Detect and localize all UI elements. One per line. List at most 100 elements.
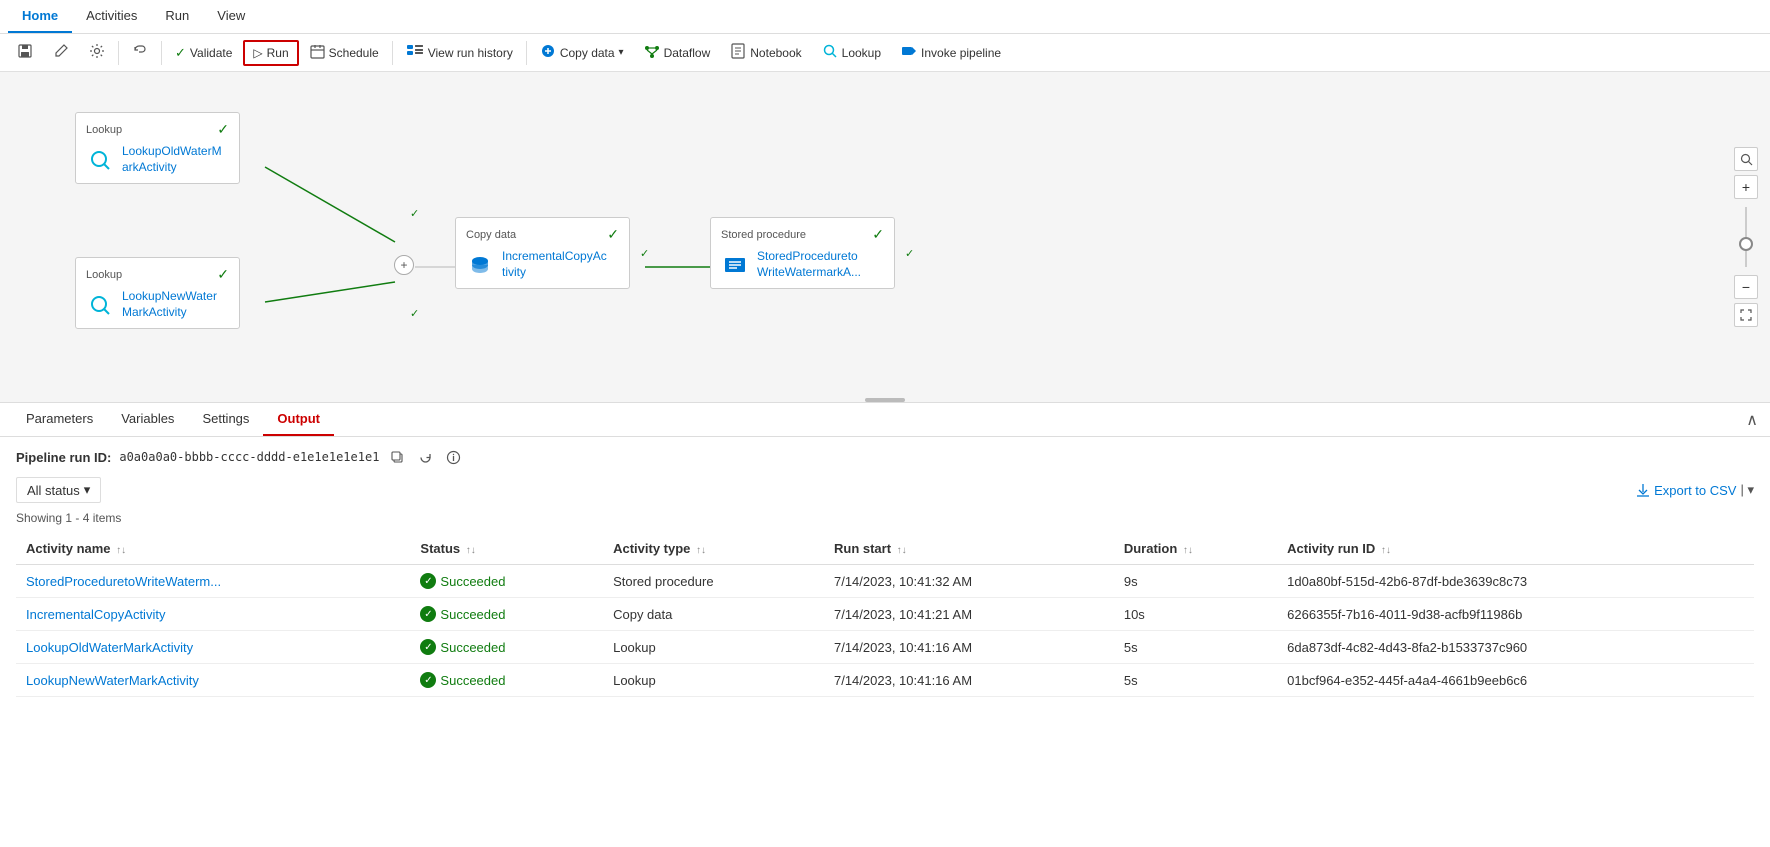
status-badge: ✓ Succeeded: [420, 639, 593, 655]
activity-name-link[interactable]: IncrementalCopyActivity: [26, 607, 165, 622]
sort-icon-activity[interactable]: ↑↓: [116, 545, 126, 556]
pipeline-canvas-area[interactable]: ✓ ✓ ✓ ✓ Lookup ✓ LookupOldWaterMarkActiv…: [0, 72, 1770, 402]
zoom-slider[interactable]: [1745, 207, 1747, 267]
schedule-button[interactable]: Schedule: [301, 39, 388, 67]
status-badge: ✓ Succeeded: [420, 606, 593, 622]
sort-icon-duration[interactable]: ↑↓: [1183, 545, 1193, 556]
validate-label: Validate: [190, 46, 232, 60]
cell-run-start: 7/14/2023, 10:41:16 AM: [824, 631, 1114, 664]
divider-4: [526, 41, 527, 65]
pipeline-run-id-label: Pipeline run ID:: [16, 450, 111, 465]
table-row: StoredProceduretoWriteWaterm... ✓ Succee…: [16, 565, 1754, 598]
validate-button[interactable]: ✓ Validate: [166, 40, 241, 66]
col-activity-name: Activity name ↑↓: [16, 533, 410, 565]
sort-icon-type[interactable]: ↑↓: [696, 545, 706, 556]
notebook-label: Notebook: [750, 46, 801, 60]
invoke-pipeline-button[interactable]: Invoke pipeline: [892, 38, 1010, 67]
cell-run-start: 7/14/2023, 10:41:32 AM: [824, 565, 1114, 598]
refresh-icon[interactable]: [415, 447, 435, 467]
zoom-in-button[interactable]: +: [1734, 175, 1758, 199]
view-run-history-button[interactable]: View run history: [397, 39, 522, 67]
storedproc-node[interactable]: Stored procedure ✓ StoredProceduretoWrit…: [710, 217, 895, 289]
lookup1-header: Lookup ✓: [86, 121, 229, 138]
succeeded-icon: ✓: [420, 573, 436, 589]
settings-button[interactable]: [80, 38, 114, 67]
lookup-icon: [822, 43, 838, 62]
fullscreen-button[interactable]: [1734, 303, 1758, 327]
run-button[interactable]: ▷ Run: [243, 40, 298, 66]
nav-tab-home[interactable]: Home: [8, 0, 72, 33]
copy-data-button[interactable]: Copy data ▾: [531, 38, 633, 67]
cell-duration: 10s: [1114, 598, 1277, 631]
undo-button[interactable]: [123, 38, 157, 67]
cell-duration: 5s: [1114, 664, 1277, 697]
activity-name-link[interactable]: LookupOldWaterMarkActivity: [26, 640, 193, 655]
svg-text:✓: ✓: [640, 248, 649, 260]
status-text: Succeeded: [440, 574, 505, 589]
panel-tab-variables[interactable]: Variables: [107, 403, 188, 436]
export-to-csv-button[interactable]: Export to CSV | ▾: [1636, 482, 1754, 498]
copydata-node[interactable]: Copy data ✓ IncrementalCopyActivity: [455, 217, 630, 289]
panel-divider[interactable]: [865, 398, 905, 402]
table-row: LookupNewWaterMarkActivity ✓ Succeeded L…: [16, 664, 1754, 697]
divider-3: [392, 41, 393, 65]
succeeded-icon: ✓: [420, 639, 436, 655]
copy-id-icon[interactable]: [387, 447, 407, 467]
dataflow-icon: [644, 43, 660, 62]
showing-count: Showing 1 - 4 items: [16, 511, 1754, 525]
storedproc-header: Stored procedure ✓: [721, 226, 884, 243]
status-filter-dropdown[interactable]: All status ▾: [16, 477, 101, 503]
panel-tab-settings[interactable]: Settings: [188, 403, 263, 436]
sort-icon-run-start[interactable]: ↑↓: [897, 545, 907, 556]
cell-activity-name: LookupNewWaterMarkActivity: [16, 664, 410, 697]
panel-tab-output[interactable]: Output: [263, 403, 334, 436]
table-header: Activity name ↑↓ Status ↑↓ Activity type…: [16, 533, 1754, 565]
bottom-panel: Parameters Variables Settings Output ∧ P…: [0, 402, 1770, 707]
edit-button[interactable]: [44, 38, 78, 67]
table-body: StoredProceduretoWriteWaterm... ✓ Succee…: [16, 565, 1754, 697]
filter-row: All status ▾ Export to CSV | ▾: [16, 477, 1754, 503]
plus-connector[interactable]: +: [394, 255, 414, 275]
zoom-out-button[interactable]: −: [1734, 275, 1758, 299]
lookup2-label: LookupNewWaterMarkActivity: [122, 289, 217, 320]
invoke-pipeline-label: Invoke pipeline: [921, 46, 1001, 60]
storedproc-body: StoredProceduretoWriteWatermarkA...: [721, 249, 884, 280]
divider-2: [161, 41, 162, 65]
save-icon: [17, 43, 33, 62]
dataflow-button[interactable]: Dataflow: [635, 38, 720, 67]
notebook-button[interactable]: Notebook: [721, 38, 810, 67]
lookup1-type: Lookup: [86, 124, 122, 136]
gear-icon: [89, 43, 105, 62]
copy-data-icon: [540, 43, 556, 62]
activity-name-link[interactable]: StoredProceduretoWriteWaterm...: [26, 574, 221, 589]
status-text: Succeeded: [440, 607, 505, 622]
cell-run-start: 7/14/2023, 10:41:16 AM: [824, 664, 1114, 697]
panel-tab-parameters[interactable]: Parameters: [12, 403, 107, 436]
lookup-button[interactable]: Lookup: [813, 38, 890, 67]
cell-run-id: 01bcf964-e352-445f-a4a4-4661b9eeb6c6: [1277, 664, 1754, 697]
notebook-icon: [730, 43, 746, 62]
status-filter-arrow: ▾: [84, 482, 91, 498]
save-button[interactable]: [8, 38, 42, 67]
checkmark-icon: ✓: [175, 45, 186, 61]
lookup2-node[interactable]: Lookup ✓ LookupNewWaterMarkActivity: [75, 257, 240, 329]
lookup2-header: Lookup ✓: [86, 266, 229, 283]
activity-name-link[interactable]: LookupNewWaterMarkActivity: [26, 673, 199, 688]
pipeline-run-id-row: Pipeline run ID: a0a0a0a0-bbbb-cccc-dddd…: [16, 447, 1754, 467]
zoom-search-icon[interactable]: [1734, 147, 1758, 171]
sort-icon-run-id[interactable]: ↑↓: [1381, 545, 1391, 556]
export-dropdown-icon: | ▾: [1740, 482, 1754, 498]
cell-status: ✓ Succeeded: [410, 598, 603, 631]
nav-tab-run[interactable]: Run: [151, 0, 203, 33]
col-status: Status ↑↓: [410, 533, 603, 565]
schedule-label: Schedule: [329, 46, 379, 60]
sort-icon-status[interactable]: ↑↓: [466, 545, 476, 556]
lookup1-node[interactable]: Lookup ✓ LookupOldWaterMarkActivity: [75, 112, 240, 184]
cell-status: ✓ Succeeded: [410, 664, 603, 697]
nav-tab-activities[interactable]: Activities: [72, 0, 151, 33]
nav-tab-view[interactable]: View: [203, 0, 259, 33]
copydata-type: Copy data: [466, 229, 516, 241]
panel-collapse-button[interactable]: ∧: [1746, 410, 1758, 430]
col-activity-type: Activity type ↑↓: [603, 533, 824, 565]
info-icon[interactable]: [443, 447, 463, 467]
